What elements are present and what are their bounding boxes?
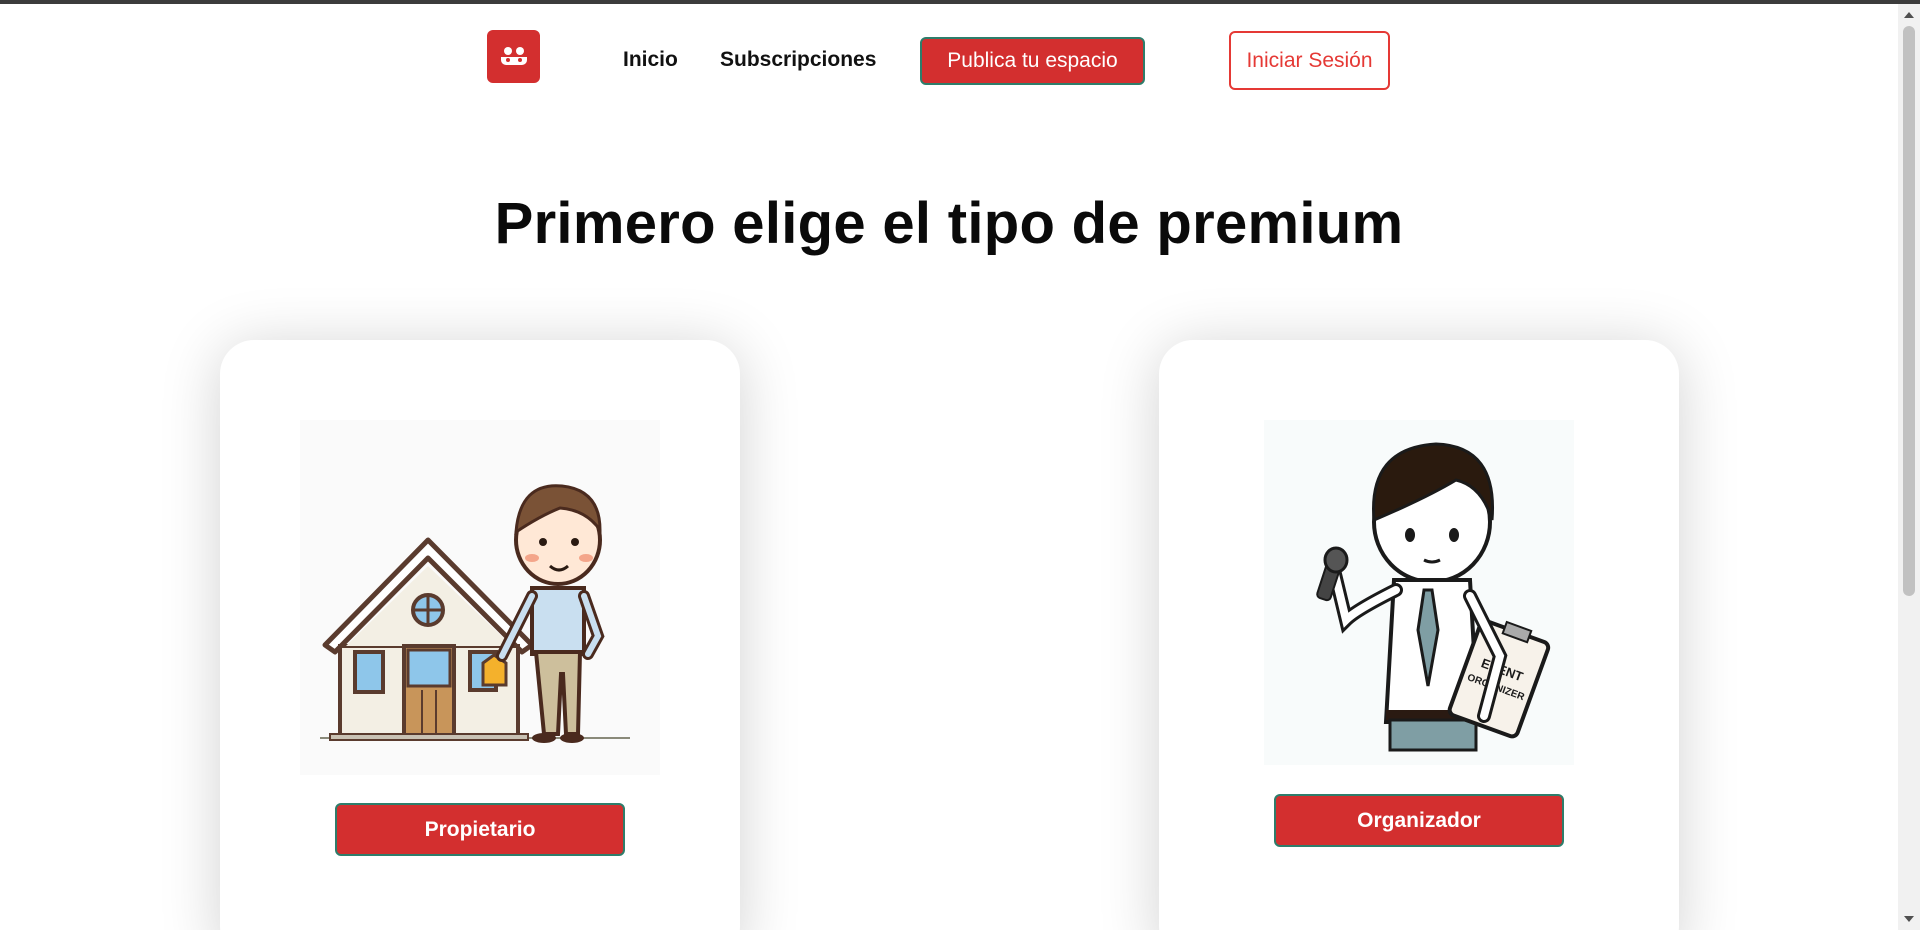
scroll-up-arrow-icon[interactable] <box>1904 12 1914 18</box>
event-organizer-illustration: EVENT ORGANIZER <box>1264 420 1574 765</box>
organizador-button[interactable]: Organizador <box>1274 794 1564 847</box>
scroll-thumb[interactable] <box>1903 26 1915 596</box>
nav-inicio[interactable]: Inicio <box>623 48 678 72</box>
login-button[interactable]: Iniciar Sesión <box>1229 31 1390 90</box>
premium-card-organizador: EVENT ORGANIZER Organizador <box>1159 340 1679 930</box>
nav-subscripciones[interactable]: Subscripciones <box>720 48 876 72</box>
scroll-down-arrow-icon[interactable] <box>1904 916 1914 922</box>
window-top-border <box>0 0 1920 4</box>
logo[interactable] <box>487 30 540 83</box>
people-icon <box>500 46 527 65</box>
page-scrollbar[interactable] <box>1898 4 1920 930</box>
homeowner-illustration <box>300 420 660 775</box>
premium-card-propietario: Propietario <box>220 340 740 930</box>
propietario-button[interactable]: Propietario <box>335 803 625 856</box>
page-title: Primero elige el tipo de premium <box>494 191 1404 256</box>
publish-space-button[interactable]: Publica tu espacio <box>920 37 1145 85</box>
